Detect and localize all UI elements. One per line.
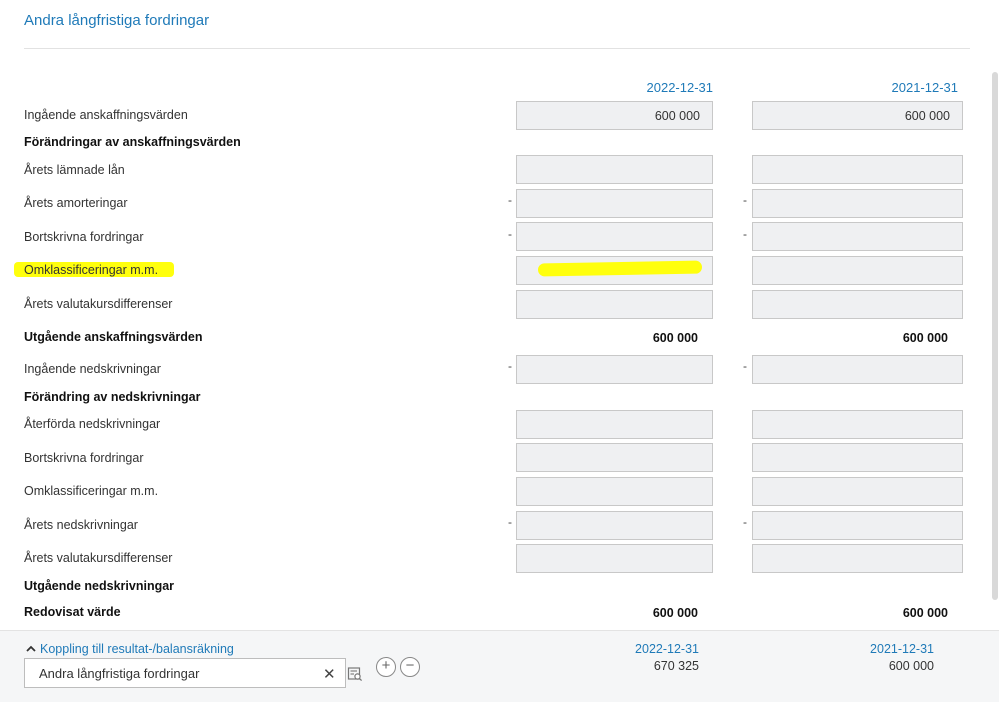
input-arets-nedskrivningar-2021[interactable] xyxy=(752,511,963,540)
section-heading-forandringar-anskaffningsvarden: Förändringar av anskaffningsvärden xyxy=(24,135,241,149)
column-header-2021: 2021-12-31 xyxy=(891,80,959,95)
input-ingaende-anskaffningsvarden-2021[interactable]: 600 000 xyxy=(752,101,963,130)
input-aterforda-nedskrivningar-2021[interactable] xyxy=(752,410,963,439)
input-aterforda-nedskrivningar-2022[interactable] xyxy=(516,410,713,439)
minus-sign: - xyxy=(743,193,747,207)
input-arets-amorteringar-2021[interactable] xyxy=(752,189,963,218)
input-ingaende-nedskrivningar-2021[interactable] xyxy=(752,355,963,384)
row-label-omklassificeringar: Omklassificeringar m.m. xyxy=(24,263,159,277)
page-title: Andra långfristiga fordringar xyxy=(24,12,210,29)
row-label-utgaende-nedskrivningar: Utgående nedskrivningar xyxy=(24,579,175,593)
total-redovisat-varde-2021: 600 000 xyxy=(902,606,948,620)
input-arets-valutakursdifferenser-ned-2021[interactable] xyxy=(752,544,963,573)
row-label-redovisat-varde: Redovisat värde xyxy=(24,605,121,619)
row-label-arets-valutakursdifferenser-2: Årets valutakursdifferenser xyxy=(24,551,173,565)
input-bortskrivna-fordringar-2022[interactable] xyxy=(516,222,713,251)
row-label-utgaende-anskaffningsvarden: Utgående anskaffningsvärden xyxy=(24,330,203,344)
row-label-arets-amorteringar: Årets amorteringar xyxy=(24,196,128,210)
input-ingaende-nedskrivningar-2022[interactable] xyxy=(516,355,713,384)
footer-date-2022: 2022-12-31 xyxy=(635,642,699,656)
input-arets-amorteringar-2022[interactable] xyxy=(516,189,713,218)
minus-sign: - xyxy=(743,515,747,529)
input-arets-valutakursdifferenser-ned-2022[interactable] xyxy=(516,544,713,573)
row-label-arets-lamnade-lan: Årets lämnade lån xyxy=(24,163,125,177)
minus-sign: - xyxy=(508,193,512,207)
row-label-bortskrivna-fordringar: Bortskrivna fordringar xyxy=(24,230,144,244)
account-select[interactable]: Andra långfristiga fordringar ✕ xyxy=(24,658,363,688)
row-label-aterforda-nedskrivningar: Återförda nedskrivningar xyxy=(24,417,161,431)
total-utgaende-anskaffningsvarden-2021: 600 000 xyxy=(902,331,948,345)
add-button[interactable]: + xyxy=(376,657,396,677)
input-bortskrivna-fordringar-ned-2022[interactable] xyxy=(516,443,713,472)
total-redovisat-varde-2022: 600 000 xyxy=(652,606,698,620)
row-label-omklassificeringar-2: Omklassificeringar m.m. xyxy=(24,484,159,498)
list-search-icon[interactable] xyxy=(347,666,363,682)
title-divider xyxy=(24,48,970,49)
input-omklassificeringar-2021[interactable] xyxy=(752,256,963,285)
minus-sign: - xyxy=(508,515,512,529)
column-header-2022: 2022-12-31 xyxy=(646,80,714,95)
total-utgaende-anskaffningsvarden-2022: 600 000 xyxy=(652,331,698,345)
input-arets-lamnade-lan-2021[interactable] xyxy=(752,155,963,184)
minus-sign: - xyxy=(743,359,747,373)
footer-date-2021: 2021-12-31 xyxy=(870,642,934,656)
input-arets-valutakursdifferenser-2022[interactable] xyxy=(516,290,713,319)
row-label-arets-valutakursdifferenser: Årets valutakursdifferenser xyxy=(24,297,173,311)
input-ingaende-anskaffningsvarden-2022[interactable]: 600 000 xyxy=(516,101,713,130)
vertical-scrollbar[interactable] xyxy=(992,72,998,600)
section-heading-forandring-nedskrivningar: Förändring av nedskrivningar xyxy=(24,390,201,404)
minus-sign: - xyxy=(743,227,747,241)
row-label-ingaende-anskaffningsvarden: Ingående anskaffningsvärden xyxy=(24,108,188,122)
chevron-up-icon[interactable] xyxy=(24,642,38,656)
account-select-value: Andra långfristiga fordringar xyxy=(39,666,200,681)
clear-icon[interactable]: ✕ xyxy=(323,665,336,683)
minus-sign: - xyxy=(508,227,512,241)
footer-value-2021: 600 000 xyxy=(888,659,934,673)
input-omklassificeringar-ned-2022[interactable] xyxy=(516,477,713,506)
minus-sign: - xyxy=(508,359,512,373)
input-arets-nedskrivningar-2022[interactable] xyxy=(516,511,713,540)
row-label-bortskrivna-fordringar-2: Bortskrivna fordringar xyxy=(24,451,144,465)
input-arets-valutakursdifferenser-2021[interactable] xyxy=(752,290,963,319)
remove-button[interactable]: − xyxy=(400,657,420,677)
row-label-arets-nedskrivningar: Årets nedskrivningar xyxy=(24,518,138,532)
footer-value-2022: 670 325 xyxy=(653,659,699,673)
input-omklassificeringar-ned-2021[interactable] xyxy=(752,477,963,506)
row-label-ingaende-nedskrivningar: Ingående nedskrivningar xyxy=(24,362,161,376)
koppling-link[interactable]: Koppling till resultat-/balansräkning xyxy=(40,642,234,656)
input-bortskrivna-fordringar-2021[interactable] xyxy=(752,222,963,251)
input-bortskrivna-fordringar-ned-2021[interactable] xyxy=(752,443,963,472)
input-arets-lamnade-lan-2022[interactable] xyxy=(516,155,713,184)
